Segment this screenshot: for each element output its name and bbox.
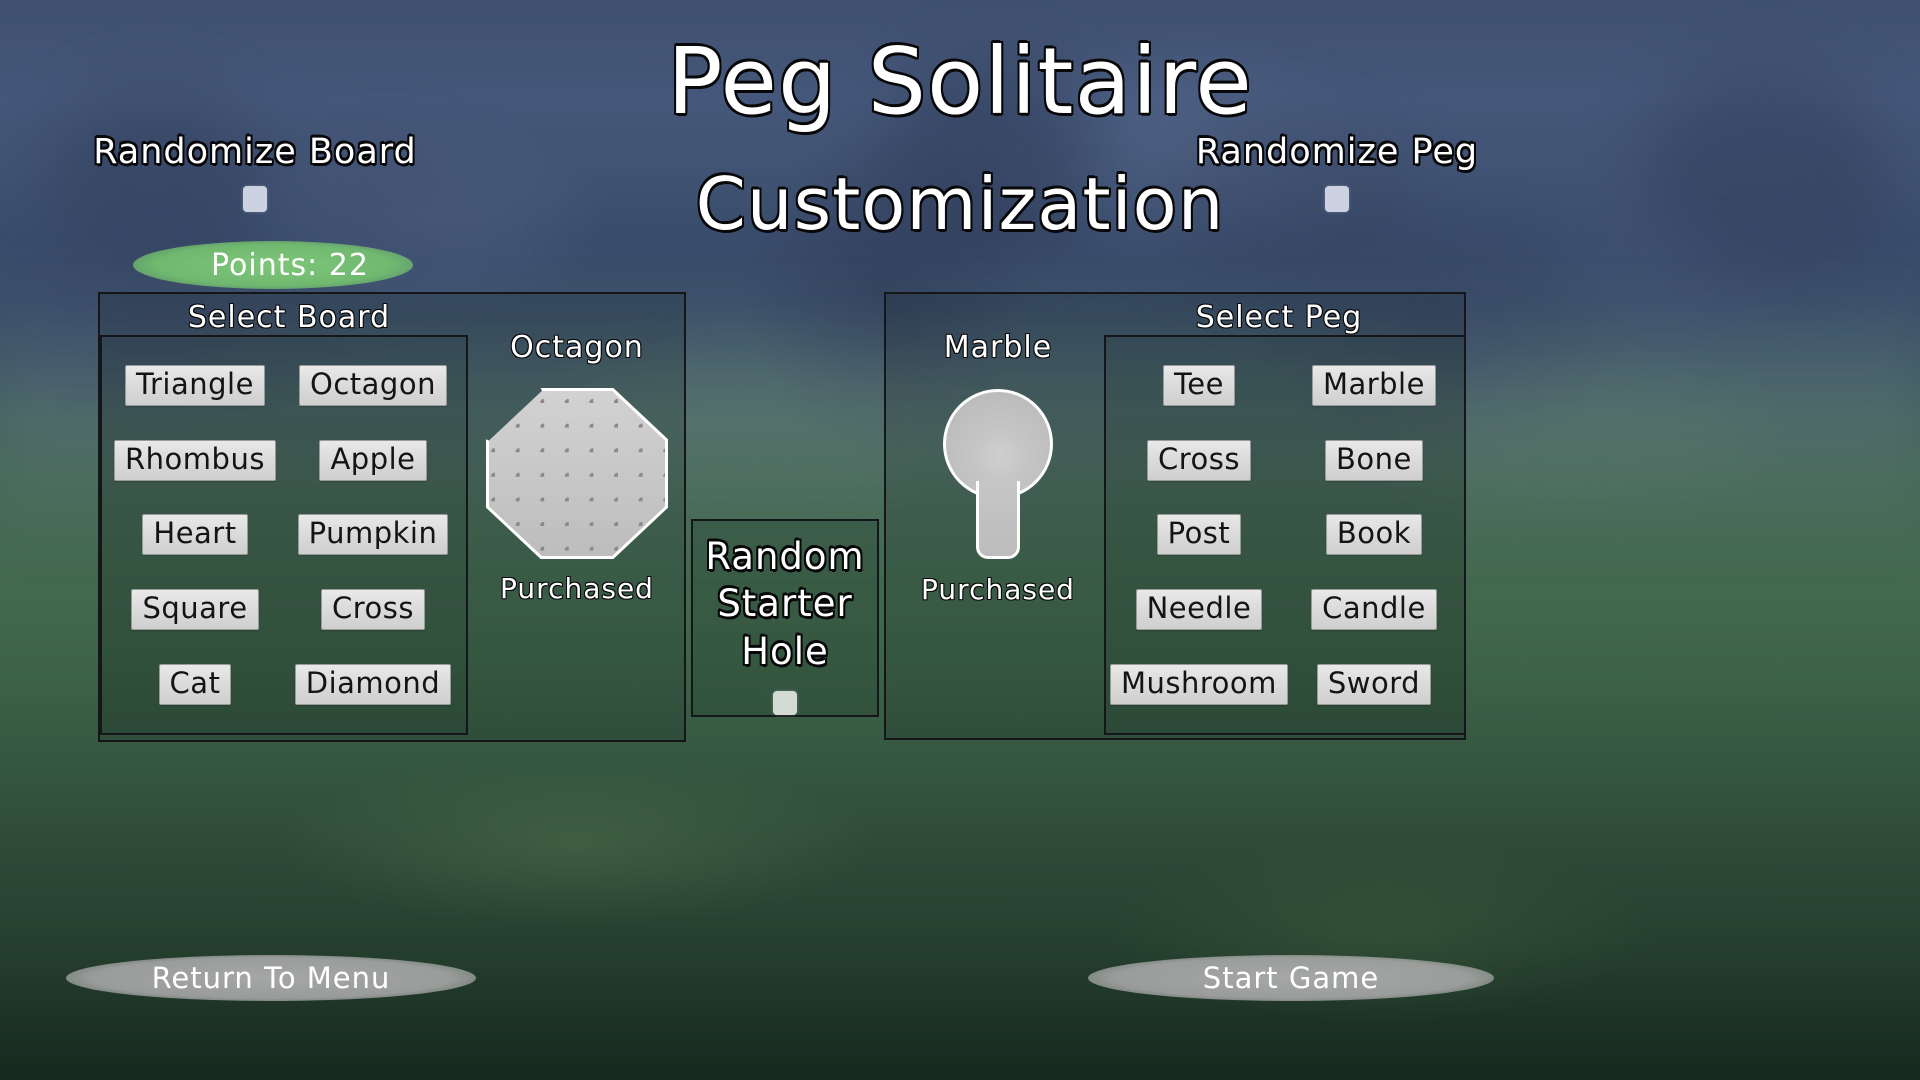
- peg-options-list: Tee Marble Cross Bone Post Book Needle C…: [1104, 335, 1466, 735]
- peg-option-tee[interactable]: Tee: [1162, 364, 1235, 406]
- board-preview: Octagon Purchased: [472, 330, 682, 605]
- peg-option-needle[interactable]: Needle: [1135, 589, 1263, 631]
- randomize-peg-label: Randomize Peg: [1195, 132, 1479, 172]
- random-starter-hole-label-line3: Hole: [741, 629, 829, 673]
- board-preview-name: Octagon: [510, 330, 644, 365]
- randomize-board-toggle-group: Randomize Board: [90, 132, 420, 212]
- board-option-cat[interactable]: Cat: [158, 664, 232, 706]
- start-game-button[interactable]: Start Game: [1088, 955, 1494, 1001]
- board-options-list: Triangle Octagon Rhombus Apple Heart Pum…: [100, 335, 468, 735]
- page-title: Peg Solitaire: [667, 28, 1253, 135]
- board-option-octagon[interactable]: Octagon: [299, 364, 447, 406]
- random-starter-hole-checkbox[interactable]: [773, 691, 797, 715]
- peg-option-bone[interactable]: Bone: [1325, 439, 1423, 481]
- board-option-diamond[interactable]: Diamond: [294, 664, 452, 706]
- return-to-menu-label: Return To Menu: [151, 961, 391, 995]
- randomize-peg-toggle-group: Randomize Peg: [1192, 132, 1482, 212]
- randomize-peg-checkbox[interactable]: [1325, 186, 1349, 212]
- peg-option-book[interactable]: Book: [1325, 514, 1423, 556]
- board-option-pumpkin[interactable]: Pumpkin: [297, 514, 449, 556]
- random-starter-hole-label-line1: Random: [705, 535, 865, 578]
- peg-option-sword[interactable]: Sword: [1316, 664, 1432, 706]
- marble-peg-icon: [938, 389, 1058, 559]
- octagon-board-icon: [486, 388, 668, 559]
- peg-preview-name: Marble: [943, 330, 1053, 365]
- board-preview-status: Purchased: [500, 572, 654, 605]
- peg-option-mushroom[interactable]: Mushroom: [1110, 664, 1288, 706]
- random-starter-hole-panel: Random Starter Hole: [691, 519, 879, 717]
- peg-preview-status: Purchased: [921, 573, 1075, 606]
- board-option-apple[interactable]: Apple: [319, 439, 427, 481]
- select-peg-title: Select Peg: [1195, 300, 1363, 335]
- peg-option-marble[interactable]: Marble: [1311, 364, 1436, 406]
- peg-option-candle[interactable]: Candle: [1311, 589, 1437, 631]
- board-option-rhombus[interactable]: Rhombus: [114, 439, 276, 481]
- board-option-square[interactable]: Square: [131, 589, 259, 631]
- board-option-heart[interactable]: Heart: [142, 514, 248, 556]
- randomize-board-checkbox[interactable]: [243, 186, 267, 212]
- randomize-board-label: Randomize Board: [93, 132, 417, 172]
- start-game-label: Start Game: [1202, 961, 1380, 995]
- board-option-cross[interactable]: Cross: [321, 589, 425, 631]
- points-badge: Points: 22: [133, 241, 413, 289]
- peg-option-post[interactable]: Post: [1156, 514, 1242, 556]
- random-starter-hole-label-line2: Starter: [717, 582, 853, 626]
- return-to-menu-button[interactable]: Return To Menu: [66, 955, 476, 1001]
- board-option-triangle[interactable]: Triangle: [125, 364, 265, 406]
- peg-preview: Marble Purchased: [893, 330, 1103, 606]
- peg-option-cross[interactable]: Cross: [1146, 439, 1251, 481]
- points-text: Points: 22: [211, 247, 369, 283]
- select-board-title: Select Board: [187, 300, 391, 335]
